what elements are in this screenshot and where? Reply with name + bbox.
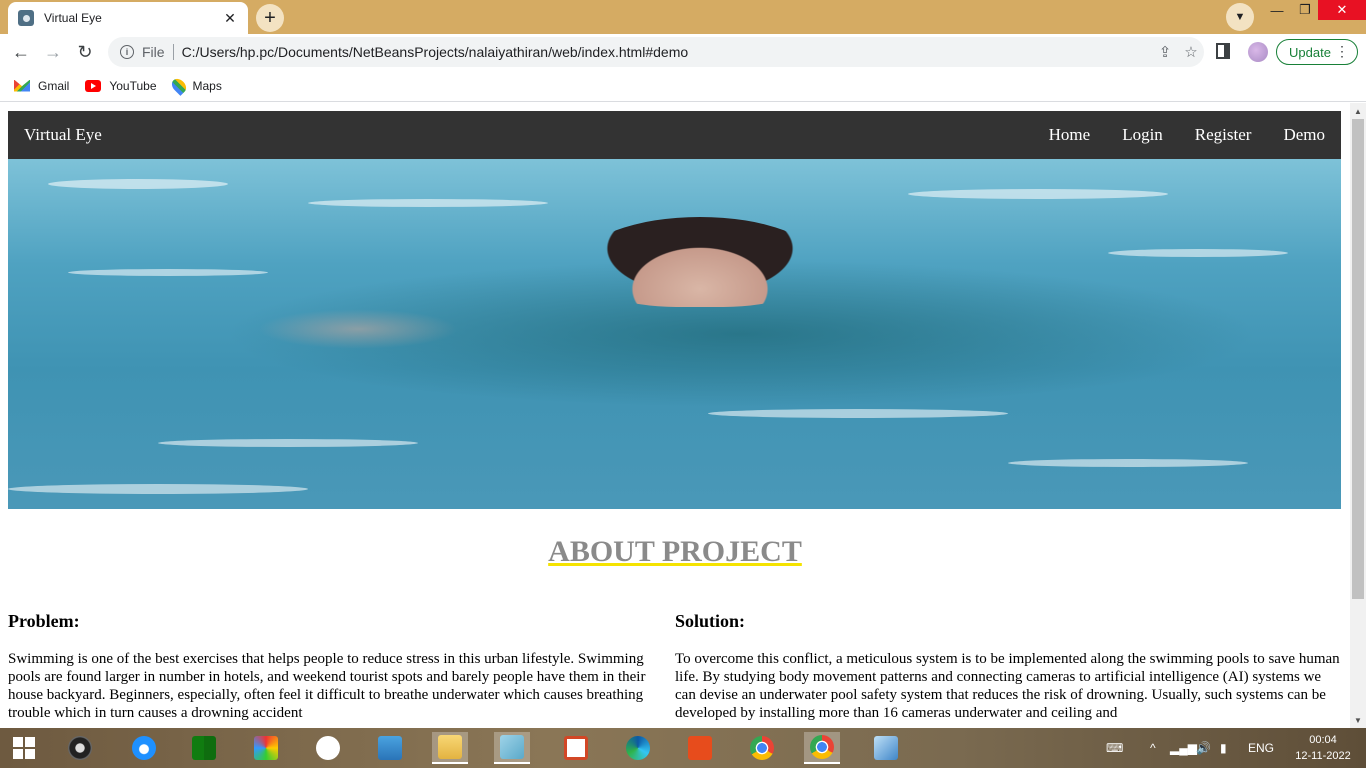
site-nav-links: Home Login Register Demo (1017, 125, 1325, 145)
system-clock[interactable]: 00:04 12-11-2022 (1290, 732, 1356, 764)
microsoft-store-icon[interactable] (186, 732, 222, 764)
update-label: Update (1289, 44, 1331, 60)
forward-arrow-icon[interactable]: → (40, 40, 66, 64)
nav-login[interactable]: Login (1122, 125, 1163, 145)
windows-taskbar: ⌨ ^ ▂▄▆ 🔊 ▮ ENG 00:04 12-11-2022 (0, 728, 1366, 768)
powerpoint-icon[interactable] (558, 732, 594, 764)
scrollbar-thumb[interactable] (1352, 119, 1364, 599)
maps-icon (168, 75, 189, 96)
bookmarks-bar: Gmail YouTube Maps (0, 70, 1366, 102)
hero-image-drowning-child (8, 159, 1341, 509)
webcam-app-icon[interactable] (62, 732, 98, 764)
office-icon[interactable] (682, 732, 718, 764)
water-ripple (8, 484, 308, 494)
scroll-up-arrow-icon[interactable]: ▲ (1350, 103, 1366, 119)
water-ripple (908, 189, 1168, 199)
chrome-icon[interactable] (744, 732, 780, 764)
keyboard-icon[interactable]: ⌨ (1106, 728, 1123, 768)
internet-explorer-icon[interactable] (126, 732, 162, 764)
share-icon[interactable]: ⇪ (1152, 43, 1178, 61)
address-bar[interactable]: i File C:/Users/hp.pc/Documents/NetBeans… (108, 37, 1204, 67)
language-indicator[interactable]: ENG (1248, 728, 1274, 768)
control-panel-icon[interactable] (372, 732, 408, 764)
child-arm (258, 309, 458, 349)
nav-register[interactable]: Register (1195, 125, 1252, 145)
nav-home[interactable]: Home (1049, 125, 1091, 145)
more-menu-icon[interactable]: ⋮ (1335, 43, 1349, 60)
problem-text: Swimming is one of the best exercises th… (8, 651, 646, 721)
back-arrow-icon[interactable]: ← (8, 40, 34, 64)
minimize-window-button[interactable]: — (1262, 0, 1292, 20)
browser-titlebar: Virtual Eye ✕ + ▼ — ❐ ✕ (0, 0, 1366, 34)
scroll-down-arrow-icon[interactable]: ▼ (1350, 712, 1366, 728)
bookmark-label: Gmail (38, 78, 70, 93)
nav-demo[interactable]: Demo (1283, 125, 1325, 145)
eye-favicon-icon (18, 10, 34, 26)
photo-app-icon[interactable] (248, 732, 284, 764)
battery-icon[interactable]: ▮ (1220, 728, 1227, 768)
bookmark-maps[interactable]: Maps (168, 75, 222, 96)
solution-heading: Solution: (675, 611, 746, 631)
windows-start-icon[interactable] (6, 732, 42, 764)
url-separator (172, 44, 174, 60)
bookmark-youtube[interactable]: YouTube (85, 78, 157, 93)
notepad-app-icon[interactable] (494, 732, 530, 764)
restore-window-button[interactable]: ❐ (1290, 0, 1320, 20)
browser-toolbar: ← → ↻ i File C:/Users/hp.pc/Documents/Ne… (0, 34, 1366, 70)
about-project-heading: ABOUT PROJECT (0, 535, 1350, 569)
water-ripple (1008, 459, 1248, 467)
url-scheme: File (142, 44, 165, 60)
solution-section: Solution: To overcome this conflict, a m… (675, 611, 1340, 722)
new-tab-button[interactable]: + (256, 4, 284, 32)
clock-date: 12-11-2022 (1295, 750, 1351, 762)
chrome-active-window-icon[interactable] (804, 732, 840, 764)
edge-browser-icon[interactable] (620, 732, 656, 764)
problem-heading: Problem: (8, 611, 80, 631)
solution-text: To overcome this conflict, a meticulous … (675, 651, 1340, 721)
network-signal-icon[interactable]: ▂▄▆ (1170, 728, 1197, 768)
hp-icon[interactable] (310, 732, 346, 764)
youtube-icon (85, 79, 102, 92)
file-explorer-icon[interactable] (432, 732, 468, 764)
close-tab-icon[interactable]: ✕ (222, 10, 238, 27)
water-ripple (158, 439, 418, 447)
water-ripple (68, 269, 268, 276)
page-viewport: Virtual Eye Home Login Register Demo ABO… (0, 103, 1350, 728)
bookmark-gmail[interactable]: Gmail (14, 79, 69, 93)
water-ripple (708, 409, 1008, 418)
tab-title: Virtual Eye (44, 11, 102, 25)
close-window-button[interactable]: ✕ (1318, 0, 1366, 20)
clock-time: 00:04 (1309, 734, 1337, 746)
bookmark-label: Maps (192, 78, 222, 93)
water-ripple (48, 179, 228, 189)
water-ripple (1108, 249, 1288, 257)
water-ripple (308, 199, 548, 207)
bookmark-star-icon[interactable]: ☆ (1178, 43, 1204, 61)
browser-tab[interactable]: Virtual Eye ✕ (8, 2, 248, 34)
page-scrollbar[interactable]: ▲ ▼ (1350, 103, 1366, 728)
site-navbar: Virtual Eye Home Login Register Demo (8, 111, 1341, 159)
tab-search-chevron-icon[interactable]: ▼ (1226, 3, 1254, 31)
info-icon[interactable]: i (120, 45, 134, 59)
reload-icon[interactable]: ↻ (72, 40, 98, 64)
volume-icon[interactable]: 🔊 (1196, 728, 1211, 768)
site-brand[interactable]: Virtual Eye (24, 125, 102, 145)
child-head (582, 217, 818, 307)
about-project-title: ABOUT PROJECT (548, 535, 802, 568)
update-button[interactable]: Update ⋮ (1276, 39, 1358, 65)
problem-section: Problem: Swimming is one of the best exe… (8, 611, 658, 722)
url-text[interactable]: C:/Users/hp.pc/Documents/NetBeansProject… (182, 44, 1152, 60)
virtualbox-icon[interactable] (868, 732, 904, 764)
bookmark-label: YouTube (109, 78, 157, 93)
side-panel-icon[interactable] (1216, 43, 1230, 59)
profile-avatar[interactable] (1248, 42, 1268, 62)
gmail-icon (14, 79, 30, 92)
show-hidden-icons-chevron[interactable]: ^ (1150, 728, 1156, 768)
